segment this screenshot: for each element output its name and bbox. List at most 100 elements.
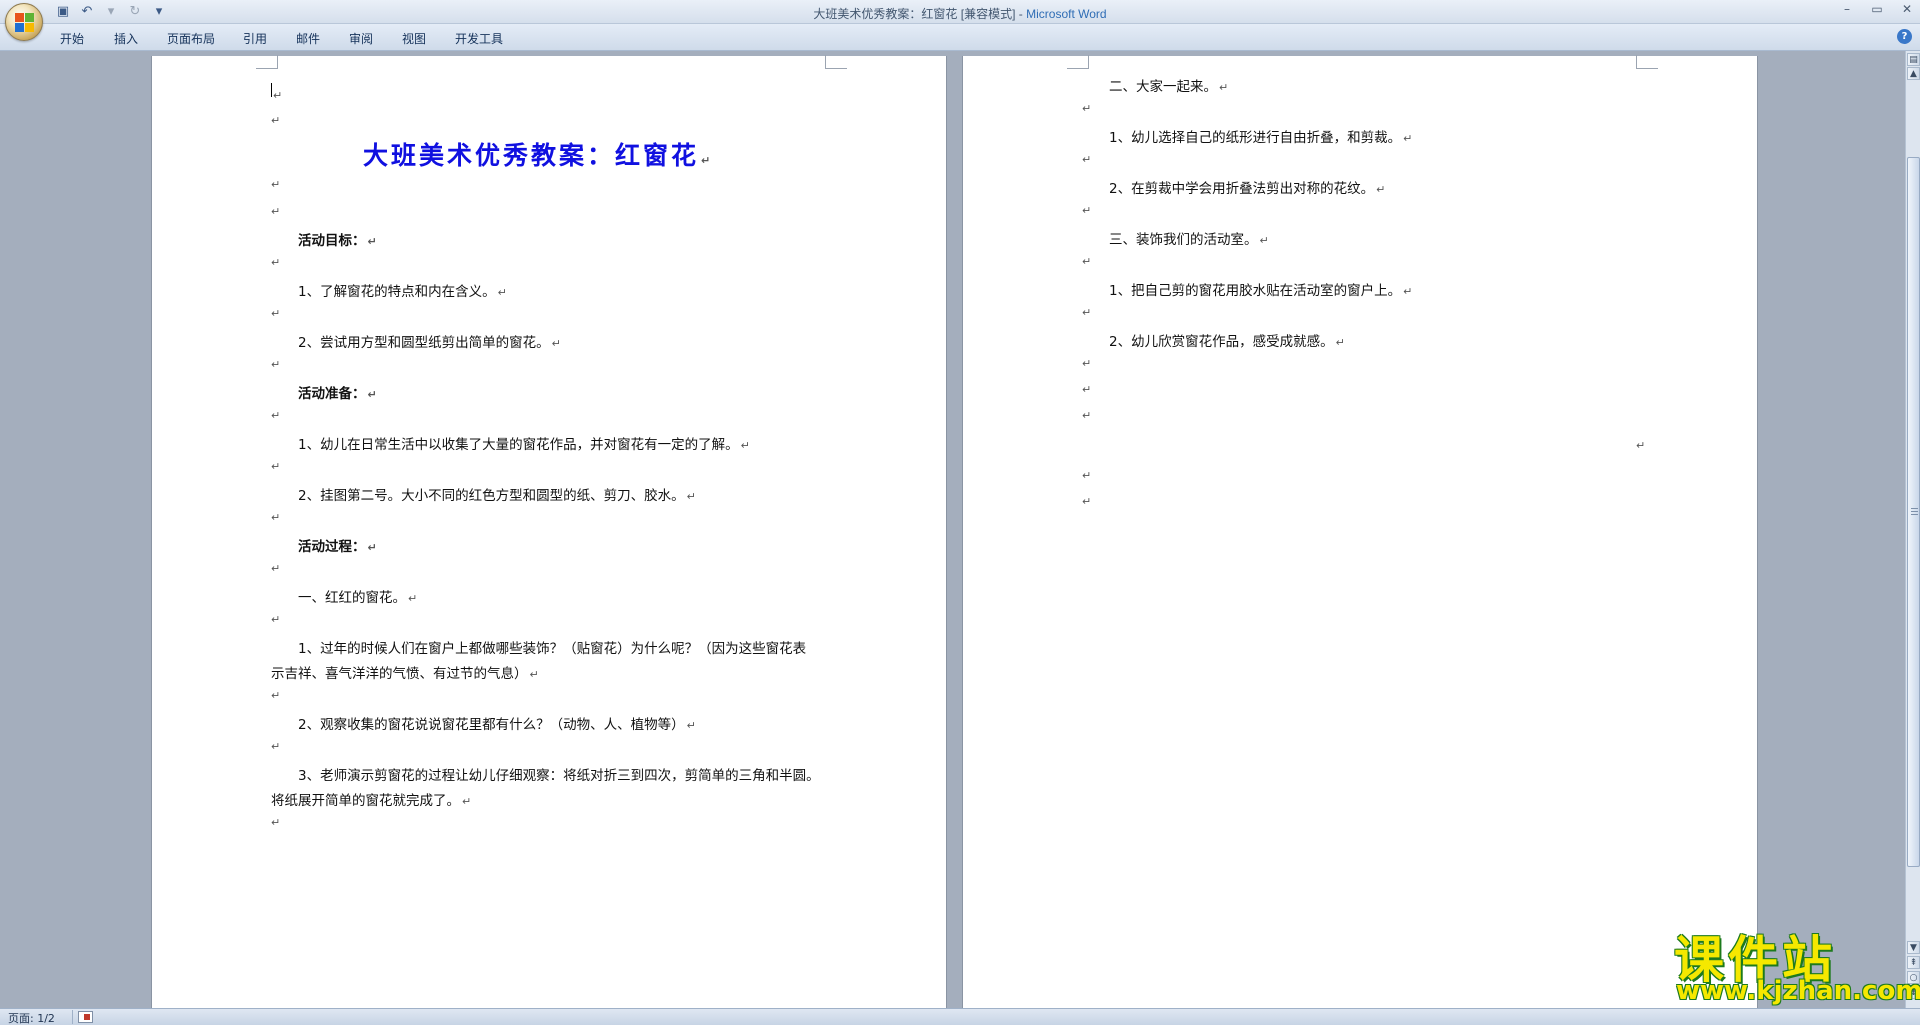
paragraph-mark: ↵	[1082, 357, 1092, 370]
close-button[interactable]: ✕	[1900, 2, 1914, 16]
section-2-step-2: 2、在剪裁中学会用折叠法剪出对称的花纹。 ↵	[1109, 177, 1385, 197]
scrollbar-grip-icon	[1911, 508, 1918, 516]
document-name: 大班美术优秀教案：红窗花 [兼容模式]	[813, 7, 1016, 21]
tab-home[interactable]: 开始	[60, 30, 84, 47]
goal-item-1: 1、了解窗花的特点和内在含义。 ↵	[298, 280, 507, 300]
maximize-button[interactable]: ▭	[1870, 2, 1884, 16]
paragraph-mark: ↵	[1082, 306, 1092, 319]
ruler-toggle-icon[interactable]: ▤	[1907, 53, 1920, 66]
page-indicator[interactable]: 页面: 1/2	[8, 1010, 55, 1025]
section-2-step-1-text: 1、幼儿选择自己的纸形进行自由折叠，和剪裁。	[1109, 130, 1402, 146]
paragraph-mark: ↵	[1259, 234, 1269, 247]
office-logo-icon	[15, 13, 35, 33]
step-1-line-1: 1、过年的时候人们在窗户上都做哪些装饰？（贴窗花）为什么呢？（因为这些窗花表	[298, 641, 807, 657]
document-title: 大班美术优秀教案：红窗花 ↵	[363, 136, 713, 172]
goal-heading: 活动目标： ↵	[298, 229, 377, 249]
paragraph-mark: ↵	[367, 388, 377, 401]
paragraph-mark: ↵	[271, 307, 281, 320]
minimize-button[interactable]: –	[1840, 2, 1854, 16]
title-separator: -	[1015, 7, 1027, 21]
step-2-text: 2、观察收集的窗花说说窗花里都有什么？（动物、人、植物等）	[298, 717, 685, 733]
paragraph-mark: ↵	[497, 286, 507, 299]
document-workspace[interactable]: ↵ ↵ 大班美术优秀教案：红窗花 ↵ ↵ ↵ 活动目标： ↵ ↵ 1、了解窗花的特点…	[0, 51, 1905, 1008]
paragraph-mark: ↵	[271, 816, 281, 829]
prep-heading: 活动准备： ↵	[298, 382, 377, 402]
paragraph-mark: ↵	[1636, 439, 1646, 452]
document-page-1[interactable]: ↵ ↵ 大班美术优秀教案：红窗花 ↵ ↵ ↵ 活动目标： ↵ ↵ 1、了解窗花的特点…	[152, 55, 946, 1008]
window-title: 大班美术优秀教案：红窗花 [兼容模式] - Microsoft Word	[0, 5, 1920, 22]
section-3-step-1-text: 1、把自己剪的窗花用胶水贴在活动室的窗户上。	[1109, 283, 1402, 299]
scrollbar-thumb[interactable]	[1907, 157, 1920, 867]
paragraph-mark: ↵	[271, 114, 281, 127]
prep-item-1-text: 1、幼儿在日常生活中以收集了大量的窗花作品，并对窗花有一定的了解。	[298, 437, 739, 453]
vertical-scrollbar[interactable]: ▤ ▲ ▼ ⇞ ○ ⇟	[1905, 51, 1920, 1008]
paragraph-mark: ↵	[1082, 204, 1092, 217]
margin-corner-top-right	[825, 55, 847, 69]
paragraph-mark: ↵	[271, 409, 281, 422]
help-icon[interactable]: ?	[1897, 29, 1912, 44]
section-1-text: 一、红红的窗花。	[298, 590, 406, 606]
step-2: 2、观察收集的窗花说说窗花里都有什么？（动物、人、植物等） ↵	[298, 713, 696, 733]
text-cursor	[271, 83, 272, 97]
section-3-heading: 三、装饰我们的活动室。 ↵	[1109, 228, 1269, 248]
paragraph-mark: ↵	[271, 511, 281, 524]
paragraph-mark: ↵	[273, 89, 283, 102]
step-1-line-2-text: 示吉祥、喜气洋洋的气愤、有过节的气息）	[271, 666, 528, 682]
section-1-heading: 一、红红的窗花。 ↵	[298, 586, 417, 606]
paragraph-mark: ↵	[1082, 255, 1092, 268]
paragraph-mark: ↵	[1082, 469, 1092, 482]
paragraph-mark: ↵	[408, 592, 418, 605]
tab-insert[interactable]: 插入	[114, 30, 138, 47]
step-3-line-2: 将纸展开简单的窗花就完成了。 ↵	[271, 789, 471, 809]
paragraph-mark: ↵	[1376, 183, 1386, 196]
step-1-line-2: 示吉祥、喜气洋洋的气愤、有过节的气息） ↵	[271, 662, 539, 682]
prep-item-1: 1、幼儿在日常生活中以收集了大量的窗花作品，并对窗花有一定的了解。 ↵	[298, 433, 750, 453]
paragraph-mark: ↵	[367, 541, 377, 554]
paragraph-mark: ↵	[1219, 81, 1229, 94]
watermark-url: www.kjzhan.com	[1676, 976, 1920, 1006]
tab-mailings[interactable]: 邮件	[296, 30, 320, 47]
process-heading: 活动过程： ↵	[298, 535, 377, 555]
paragraph-mark: ↵	[1335, 336, 1345, 349]
paragraph-mark: ↵	[271, 740, 281, 753]
document-page-2[interactable]: 二、大家一起来。 ↵ ↵ 1、幼儿选择自己的纸形进行自由折叠，和剪裁。 ↵ ↵ 2、…	[963, 55, 1757, 1008]
paragraph-mark: ↵	[686, 490, 696, 503]
paragraph-mark: ↵	[1082, 102, 1092, 115]
section-3-step-2-text: 2、幼儿欣赏窗花作品，感受成就感。	[1109, 334, 1334, 350]
section-3-step-2: 2、幼儿欣赏窗花作品，感受成就感。 ↵	[1109, 330, 1345, 350]
paragraph-mark: ↵	[271, 613, 281, 626]
paragraph-mark: ↵	[271, 358, 281, 371]
paragraph-mark: ↵	[271, 256, 281, 269]
paragraph-mark: ↵	[740, 439, 750, 452]
prep-item-2-text: 2、挂图第二号。大小不同的红色方型和圆型的纸、剪刀、胶水。	[298, 488, 685, 504]
window-controls: – ▭ ✕	[1840, 2, 1914, 16]
paragraph-mark: ↵	[271, 562, 281, 575]
paragraph-mark: ↵	[271, 178, 281, 191]
section-3-text: 三、装饰我们的活动室。	[1109, 232, 1258, 248]
scroll-up-button[interactable]: ▲	[1907, 67, 1920, 80]
section-2-text: 二、大家一起来。	[1109, 79, 1217, 95]
proofing-icon[interactable]	[78, 1011, 93, 1023]
tab-review[interactable]: 审阅	[349, 30, 373, 47]
status-divider	[72, 1010, 73, 1024]
prep-heading-text: 活动准备：	[298, 386, 366, 402]
goal-heading-text: 活动目标：	[298, 233, 366, 249]
paragraph-mark: ↵	[1082, 383, 1092, 396]
watermark: 课件站 www.kjzhan.com	[1670, 920, 1920, 1010]
paragraph-mark: ↵	[367, 235, 377, 248]
tab-view[interactable]: 视图	[402, 30, 426, 47]
section-2-step-2-text: 2、在剪裁中学会用折叠法剪出对称的花纹。	[1109, 181, 1375, 197]
paragraph-mark: ↵	[1403, 132, 1413, 145]
tab-references[interactable]: 引用	[243, 30, 267, 47]
section-2-heading: 二、大家一起来。 ↵	[1109, 75, 1228, 95]
tab-page-layout[interactable]: 页面布局	[167, 30, 215, 47]
paragraph-mark: ↵	[1403, 285, 1413, 298]
status-bar: 页面: 1/2	[0, 1008, 1920, 1025]
office-button[interactable]	[5, 3, 43, 41]
paragraph-mark: ↵	[271, 689, 281, 702]
step-3-line-1: 3、老师演示剪窗花的过程让幼儿仔细观察：将纸对折三到四次，剪简单的三角和半圆。	[298, 768, 820, 784]
title-bar: ▣ ↶ ▾ ↻ ▾ 大班美术优秀教案：红窗花 [兼容模式] - Microsof…	[0, 0, 1920, 41]
paragraph-mark: ↵	[701, 154, 714, 167]
tab-developer[interactable]: 开发工具	[455, 30, 503, 47]
paragraph-mark: ↵	[529, 668, 539, 681]
